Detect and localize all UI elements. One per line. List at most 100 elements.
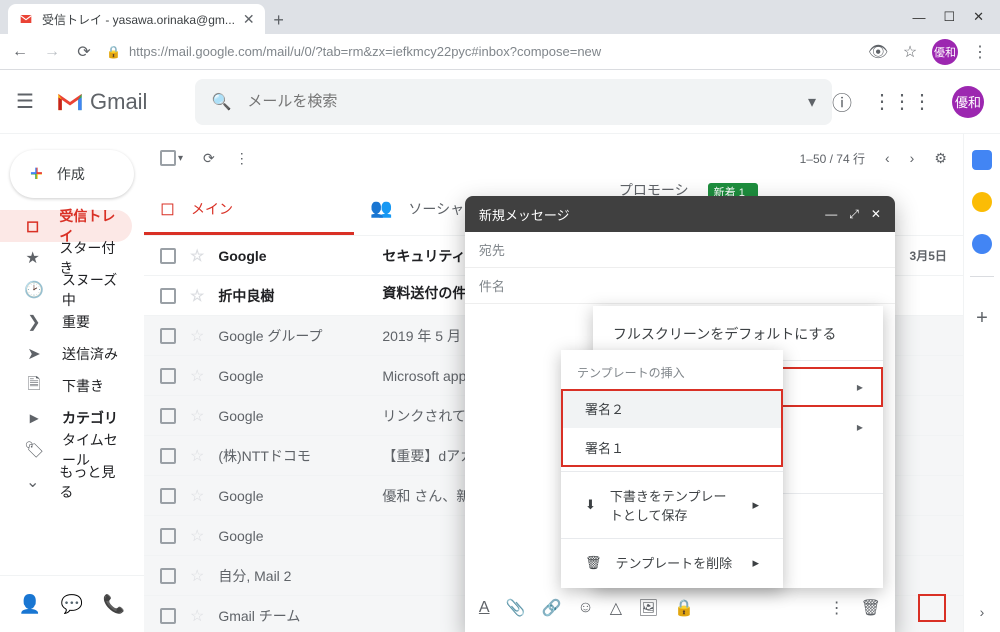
mail-toolbar: ▾ ⟳ ⋮ 1–50 / 74 行 ‹ › ⚙ [144, 134, 963, 182]
compose-button[interactable]: + 作成 [10, 150, 134, 198]
help-icon[interactable]: ⓘ [832, 87, 852, 116]
sidebar-item-more[interactable]: ⌄もっと見る [0, 466, 132, 498]
browser-tab[interactable]: 受信トレイ - yasawa.orinaka@gm... ✕ [8, 4, 265, 34]
row-star-icon[interactable]: ☆ [190, 446, 204, 466]
sidebar-item-drafts[interactable]: 🗎下書き [0, 370, 132, 402]
row-checkbox[interactable] [160, 288, 176, 304]
row-star-icon[interactable]: ☆ [190, 366, 204, 386]
template-sig2[interactable]: 署名２ [561, 389, 783, 428]
attach-icon[interactable]: 📎 [506, 598, 526, 618]
addons-plus-icon[interactable]: + [976, 307, 988, 330]
compose-subject-field[interactable]: 件名 [465, 268, 895, 304]
main-pane: ▾ ⟳ ⋮ 1–50 / 74 行 ‹ › ⚙ ◻メイン 👥ソーシャル 🏷 プロ… [144, 134, 963, 632]
compose-minimize-icon[interactable]: — [825, 207, 837, 222]
row-checkbox[interactable] [160, 328, 176, 344]
row-star-icon[interactable]: ☆ [190, 526, 204, 546]
star-icon[interactable]: ☆ [900, 42, 920, 62]
person-icon[interactable]: 👤 [12, 586, 48, 622]
emoji-icon[interactable]: ☺ [577, 599, 593, 617]
gmail-logo-text: Gmail [90, 89, 147, 115]
address-bar[interactable]: 🔒 https://mail.google.com/mail/u/0/?tab=… [106, 44, 856, 59]
image-icon[interactable]: 🖼 [638, 598, 658, 618]
back-icon[interactable]: ← [10, 43, 30, 61]
search-input[interactable] [247, 93, 792, 110]
row-star-icon[interactable]: ☆ [190, 246, 204, 266]
link-icon[interactable]: 🔗 [541, 598, 561, 618]
row-checkbox[interactable] [160, 528, 176, 544]
settings-gear-icon[interactable]: ⚙ [934, 150, 947, 167]
search-box[interactable]: 🔍 ▾ [195, 79, 832, 125]
calendar-icon[interactable] [972, 150, 992, 170]
gmail-logo[interactable]: Gmail [56, 89, 147, 115]
next-page-icon[interactable]: › [910, 150, 915, 166]
row-star-icon[interactable]: ☆ [190, 326, 204, 346]
row-checkbox[interactable] [160, 448, 176, 464]
row-checkbox[interactable] [160, 488, 176, 504]
minimize-icon[interactable]: — [912, 10, 925, 25]
sidebar-bottom: 👤 💬 📞 [0, 575, 144, 632]
tasks-icon[interactable] [972, 234, 992, 254]
menu-fullscreen-default[interactable]: フルスクリーンをデフォルトにする [593, 314, 883, 354]
row-star-icon[interactable]: ☆ [190, 486, 204, 506]
browser-tab-strip: 受信トレイ - yasawa.orinaka@gm... ✕ + — ☐ ✕ [0, 0, 1000, 34]
prev-page-icon[interactable]: ‹ [885, 150, 890, 166]
search-options-icon[interactable]: ▾ [808, 92, 816, 112]
tab-close-icon[interactable]: ✕ [243, 11, 255, 28]
social-icon: 👥 [370, 198, 392, 219]
row-star-icon[interactable]: ☆ [190, 406, 204, 426]
submenu-arrow-icon: ▸ [857, 380, 863, 394]
template-save-draft[interactable]: ⬇下書きをテンプレートとして保存▸ [561, 476, 783, 534]
row-checkbox[interactable] [160, 568, 176, 584]
hangouts-icon[interactable]: 💬 [54, 586, 90, 622]
row-checkbox[interactable] [160, 248, 176, 264]
compose-close-icon[interactable]: ✕ [871, 207, 881, 222]
browser-menu-icon[interactable]: ⋮ [970, 42, 990, 62]
trash-icon: 🗑 [585, 555, 602, 571]
row-star-icon[interactable]: ☆ [190, 566, 204, 586]
hamburger-icon[interactable]: ☰ [16, 89, 40, 114]
drive-icon[interactable]: △ [610, 598, 622, 618]
sidebar-item-snoozed[interactable]: 🕑スヌーズ中 [0, 274, 132, 306]
refresh-icon[interactable]: ⟳ [203, 150, 215, 167]
compose-more-icon[interactable]: ⋮ [829, 598, 845, 618]
compose-label: 作成 [57, 164, 85, 184]
compose-expand-icon[interactable]: ⤢ [849, 207, 859, 222]
confidential-icon[interactable]: 🔒 [674, 598, 694, 618]
discard-icon[interactable]: 🗑 [861, 598, 881, 618]
row-star-icon[interactable]: ☆ [190, 606, 204, 626]
account-avatar[interactable]: 優和 [952, 86, 984, 118]
compose-header[interactable]: 新規メッセージ — ⤢ ✕ [465, 196, 895, 232]
template-sig1[interactable]: 署名１ [561, 428, 783, 467]
compose-to-field[interactable]: 宛先 [465, 232, 895, 268]
row-checkbox[interactable] [160, 368, 176, 384]
reload-icon[interactable]: ⟳ [74, 42, 94, 62]
submenu-header: テンプレートの挿入 [561, 356, 783, 389]
rail-collapse-icon[interactable]: › [980, 604, 985, 620]
template-delete[interactable]: 🗑テンプレートを削除▸ [561, 543, 783, 582]
compose-toolbar: A 📎 🔗 ☺ △ 🖼 🔒 ⋮ 🗑 [465, 584, 895, 632]
more-icon[interactable]: ⋮ [235, 150, 249, 167]
eye-icon[interactable]: 👁 [868, 42, 888, 62]
inbox-icon: ◻ [24, 216, 41, 236]
sent-icon: ➤ [24, 344, 44, 364]
sidebar-item-sent[interactable]: ➤送信済み [0, 338, 132, 370]
maximize-icon[interactable]: ☐ [943, 9, 955, 25]
new-tab-button[interactable]: + [265, 6, 293, 34]
close-icon[interactable]: ✕ [973, 9, 984, 25]
download-icon: ⬇ [585, 497, 596, 513]
row-checkbox[interactable] [160, 608, 176, 624]
profile-avatar[interactable]: 優和 [932, 39, 958, 65]
tab-title: 受信トレイ - yasawa.orinaka@gm... [42, 11, 235, 28]
search-icon[interactable]: 🔍 [211, 92, 231, 112]
apps-icon[interactable]: ⋮⋮⋮ [872, 89, 932, 114]
row-star-icon[interactable]: ☆ [190, 286, 204, 306]
row-checkbox[interactable] [160, 408, 176, 424]
tag-icon: 🏷 [24, 440, 44, 460]
clock-icon: 🕑 [24, 280, 44, 300]
select-all-checkbox[interactable]: ▾ [160, 150, 183, 166]
sidebar-item-important[interactable]: ❯重要 [0, 306, 132, 338]
keep-icon[interactable] [972, 192, 992, 212]
tab-main[interactable]: ◻メイン [144, 182, 354, 235]
phone-icon[interactable]: 📞 [96, 586, 132, 622]
format-icon[interactable]: A [479, 599, 490, 617]
